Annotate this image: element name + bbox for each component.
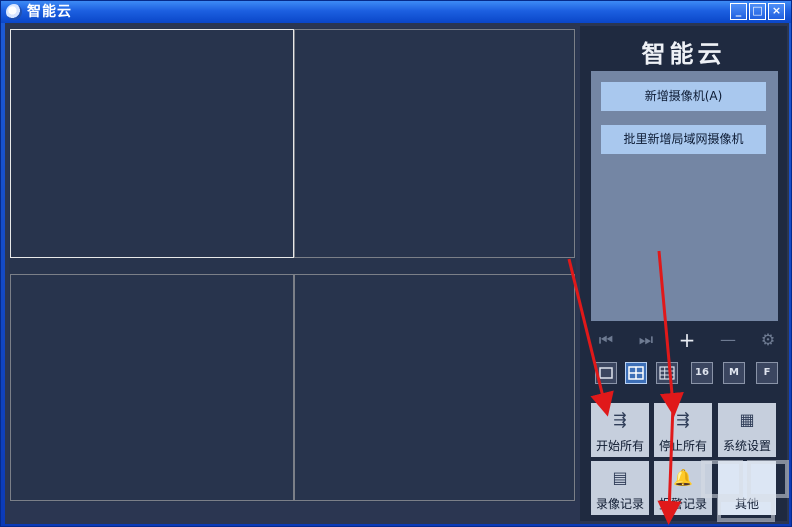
camera-list[interactable]: 新增摄像机(A) 批里新增局域网摄像机: [591, 71, 778, 321]
client-area: 智能云 新增摄像机(A) 批里新增局域网摄像机 ⏮ ⏭ + — ⚙ 16 M F…: [5, 23, 789, 524]
start-all-label: 开始所有: [595, 439, 644, 453]
video-pane-2[interactable]: [294, 29, 575, 258]
fullscreen-icon[interactable]: F: [756, 362, 778, 384]
settings-gear-icon[interactable]: ⚙: [757, 329, 779, 351]
start-all-button[interactable]: ⇶ 开始所有: [591, 403, 649, 457]
title-bar[interactable]: 智能云 _ □ ×: [1, 1, 791, 23]
stop-all-button[interactable]: ⇶ 停止所有: [654, 403, 712, 457]
quad-view-icon[interactable]: [625, 362, 647, 384]
ptz-toolbar: ⏮ ⏭ + — ⚙: [580, 329, 787, 351]
zoom-in-icon[interactable]: +: [676, 329, 698, 351]
multi-view-icon[interactable]: M: [723, 362, 745, 384]
video-grid: [9, 28, 576, 502]
control-panel: 智能云 新增摄像机(A) 批里新增局域网摄像机 ⏮ ⏭ + — ⚙ 16 M F…: [580, 26, 787, 521]
recording-log-label: 录像记录: [595, 497, 644, 511]
stop-all-label: 停止所有: [658, 439, 707, 453]
batch-add-lan-camera-button[interactable]: 批里新增局域网摄像机: [601, 125, 766, 154]
nine-view-icon[interactable]: [656, 362, 678, 384]
app-window: 智能云 _ □ × 智能云 新增摄像机(A) 批里新增局域网摄像机 ⏮ ⏭ + …: [0, 0, 792, 527]
stop-all-icon: ⇶: [676, 410, 690, 429]
previous-icon[interactable]: ⏮: [595, 329, 617, 351]
window-title: 智能云: [27, 4, 72, 20]
brand-title: 智能云: [641, 39, 726, 68]
zoom-out-icon[interactable]: —: [717, 329, 739, 351]
close-button[interactable]: ×: [768, 3, 785, 20]
recording-icon: ▤: [612, 468, 628, 487]
maximize-button[interactable]: □: [749, 3, 766, 20]
watermark-logo: [701, 460, 789, 522]
video-pane-4[interactable]: [294, 274, 575, 501]
video-pane-1[interactable]: [10, 29, 294, 258]
sixteen-view-icon[interactable]: 16: [691, 362, 713, 384]
minimize-button[interactable]: _: [730, 3, 747, 20]
system-settings-button[interactable]: ▦ 系统设置: [718, 403, 776, 457]
recording-log-button[interactable]: ▤ 录像记录: [591, 461, 649, 515]
next-icon[interactable]: ⏭: [635, 329, 657, 351]
start-all-icon: ⇶: [613, 410, 627, 429]
video-pane-3[interactable]: [10, 274, 294, 501]
single-view-icon[interactable]: [595, 362, 617, 384]
alarm-bell-icon: 🔔: [673, 468, 693, 487]
layout-switcher: 16 M F: [580, 362, 787, 386]
system-settings-icon: ▦: [739, 410, 755, 429]
system-settings-label: 系统设置: [722, 439, 771, 453]
app-logo-icon: [6, 4, 22, 20]
add-camera-button[interactable]: 新增摄像机(A): [601, 82, 766, 111]
